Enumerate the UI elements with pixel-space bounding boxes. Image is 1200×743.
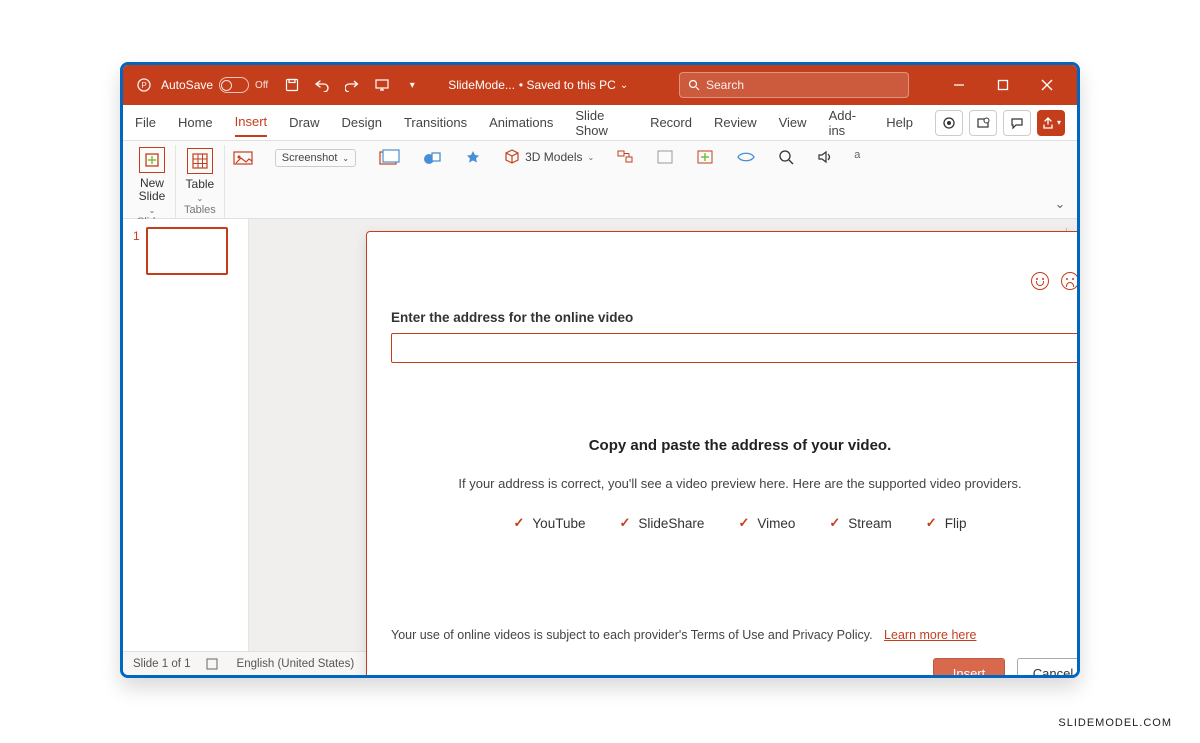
cancel-button[interactable]: Cancel xyxy=(1017,658,1080,678)
slide-thumbnails: 1 xyxy=(123,219,249,651)
pictures-button[interactable] xyxy=(233,149,253,167)
tab-record[interactable]: Record xyxy=(650,109,692,136)
video-url-input[interactable] xyxy=(391,333,1080,363)
zoom-ribbon-button[interactable] xyxy=(778,149,794,165)
provider-stream: ✓Stream xyxy=(829,515,891,531)
check-icon: ✓ xyxy=(738,515,749,531)
powerpoint-window: P AutoSave Off ▾ SlideMode... • Saved to… xyxy=(120,62,1080,678)
provider-vimeo: ✓Vimeo xyxy=(738,515,795,531)
tab-animations[interactable]: Animations xyxy=(489,109,553,136)
thumb-number: 1 xyxy=(133,227,140,275)
document-title: SlideMode... • Saved to this PC ⌄ xyxy=(448,78,628,92)
search-input[interactable]: Search xyxy=(679,72,909,98)
close-button[interactable] xyxy=(1025,65,1069,105)
tab-help[interactable]: Help xyxy=(886,109,913,136)
table-button[interactable]: Table ⌄ xyxy=(186,148,215,204)
insert-button[interactable]: Insert xyxy=(933,658,1005,678)
online-video-dialog: ✕ Enter the address for the online video… xyxy=(366,231,1080,678)
autosave-label: AutoSave xyxy=(161,78,213,92)
autosave-state: Off xyxy=(255,80,268,91)
3d-models-button[interactable]: 3D Models ⌄ xyxy=(504,149,594,165)
ribbon-group-tables: Tables xyxy=(184,204,216,218)
chevron-down-icon[interactable]: ⌄ xyxy=(620,80,628,91)
minimize-button[interactable] xyxy=(937,65,981,105)
tab-review[interactable]: Review xyxy=(714,109,757,136)
quick-access-toolbar: ▾ xyxy=(282,75,422,95)
status-spellcheck[interactable] xyxy=(205,657,223,671)
new-slide-button[interactable]: New Slide ⌄ xyxy=(139,147,166,216)
tab-insert[interactable]: Insert xyxy=(235,108,268,137)
save-status[interactable]: • Saved to this PC xyxy=(519,78,616,92)
learn-more-link[interactable]: Learn more here xyxy=(884,628,976,642)
tab-home[interactable]: Home xyxy=(178,109,213,136)
tab-file[interactable]: File xyxy=(135,109,156,136)
dialog-headline: Copy and paste the address of your video… xyxy=(391,437,1080,454)
addins-ribbon-button[interactable] xyxy=(696,149,714,165)
provider-youtube: ✓YouTube xyxy=(514,515,586,531)
status-slide-count[interactable]: Slide 1 of 1 xyxy=(133,658,191,670)
check-icon: ✓ xyxy=(514,515,525,531)
icons-button[interactable] xyxy=(464,149,482,167)
ribbon-collapse-button[interactable]: ⌄ xyxy=(1049,145,1071,218)
chart-button[interactable] xyxy=(656,149,674,165)
autosave-toggle[interactable]: AutoSave Off xyxy=(161,77,268,93)
tab-design[interactable]: Design xyxy=(342,109,382,136)
audio-button[interactable] xyxy=(816,149,832,165)
dialog-legal: Your use of online videos is subject to … xyxy=(391,628,1080,642)
photo-album-button[interactable] xyxy=(378,149,400,167)
redo-icon[interactable] xyxy=(342,75,362,95)
action-button[interactable] xyxy=(736,149,756,165)
window-controls xyxy=(937,65,1069,105)
teams-present-button[interactable] xyxy=(969,110,997,136)
qat-overflow-icon[interactable]: ▾ xyxy=(402,75,422,95)
check-icon: ✓ xyxy=(829,515,840,531)
ribbon-insert: New Slide ⌄ Slides Table ⌄ Tables Screen… xyxy=(123,141,1077,219)
title-bar: P AutoSave Off ▾ SlideMode... • Saved to… xyxy=(123,65,1077,105)
smartart-button[interactable] xyxy=(616,149,634,165)
save-icon[interactable] xyxy=(282,75,302,95)
share-button[interactable]: ▾ xyxy=(1037,110,1065,136)
feedback-sad-icon[interactable] xyxy=(1061,272,1079,290)
dialog-input-label: Enter the address for the online video xyxy=(391,310,1080,325)
feedback-happy-icon[interactable] xyxy=(1031,272,1049,290)
check-icon: ✓ xyxy=(619,515,630,531)
ribbon-tabs: File Home Insert Draw Design Transitions… xyxy=(123,105,1077,141)
slideshow-start-icon[interactable] xyxy=(372,75,392,95)
provider-flip: ✓Flip xyxy=(926,515,967,531)
watermark: SLIDEMODEL.COM xyxy=(1058,717,1172,729)
dialog-subline: If your address is correct, you'll see a… xyxy=(391,476,1080,491)
app-icon: P xyxy=(135,76,153,94)
tab-view[interactable]: View xyxy=(779,109,807,136)
slide-thumbnail-1[interactable] xyxy=(146,227,228,275)
shapes-button[interactable] xyxy=(422,149,442,167)
maximize-button[interactable] xyxy=(981,65,1025,105)
svg-text:P: P xyxy=(141,81,146,90)
provider-slideshare: ✓SlideShare xyxy=(619,515,704,531)
provider-list: ✓YouTube ✓SlideShare ✓Vimeo ✓Stream ✓Fli… xyxy=(391,515,1080,531)
undo-icon[interactable] xyxy=(312,75,332,95)
status-language[interactable]: English (United States) xyxy=(237,658,355,670)
ribbon-strip: Screenshot ⌄ 3D Models ⌄ a xyxy=(225,145,1049,218)
check-icon: ✓ xyxy=(926,515,937,531)
camera-record-button[interactable] xyxy=(935,110,963,136)
screenshot-button[interactable]: Screenshot ⌄ xyxy=(275,149,356,167)
tab-addins[interactable]: Add-ins xyxy=(829,102,865,144)
tab-slideshow[interactable]: Slide Show xyxy=(575,102,628,144)
tab-draw[interactable]: Draw xyxy=(289,109,319,136)
comments-button[interactable] xyxy=(1003,110,1031,136)
search-icon xyxy=(688,79,700,91)
tab-transitions[interactable]: Transitions xyxy=(404,109,467,136)
